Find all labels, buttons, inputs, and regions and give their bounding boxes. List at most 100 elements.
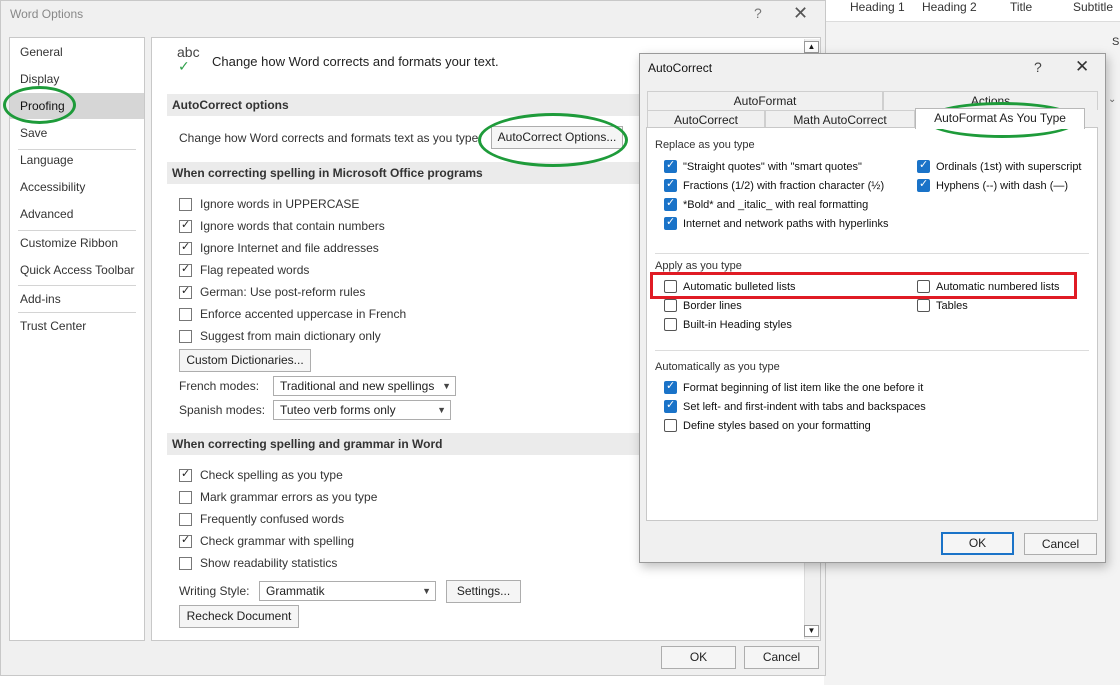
checkbox[interactable] xyxy=(664,398,677,413)
checkbox[interactable] xyxy=(664,379,677,394)
nav-trust-center[interactable]: Trust Center xyxy=(10,313,144,339)
option-label: Built-in Heading styles xyxy=(683,318,792,331)
styles-gallery: Heading 1 Heading 2 Title Subtitle xyxy=(824,0,1120,22)
nav-general[interactable]: General xyxy=(10,39,144,65)
autoformat-as-you-type-panel: Replace as you type "Straight quotes" wi… xyxy=(646,127,1098,521)
set-indent-option[interactable]: Set left- and first-indent with tabs and… xyxy=(664,398,926,415)
option-label: Define styles based on your formatting xyxy=(683,419,871,432)
checkbox[interactable] xyxy=(664,215,677,230)
checkbox[interactable] xyxy=(917,299,930,312)
format-list-item-option[interactable]: Format beginning of list item like the o… xyxy=(664,379,923,396)
word-options-ok-button[interactable]: OK xyxy=(661,646,736,669)
recheck-document-button[interactable]: Recheck Document xyxy=(179,605,299,628)
style-subtitle[interactable]: Subtitle xyxy=(1073,0,1113,14)
ribbon-partial-label: S xyxy=(1112,36,1120,48)
nav-language[interactable]: Language xyxy=(10,147,144,173)
ribbon-expander-icon[interactable]: ⌄ xyxy=(1108,94,1116,105)
option-label: "Straight quotes" with "smart quotes" xyxy=(683,160,862,173)
hyphens-dash-option[interactable]: Hyphens (--) with dash (—) xyxy=(917,177,1068,194)
nav-quick-access-toolbar[interactable]: Quick Access Toolbar xyxy=(10,257,144,283)
checkbox[interactable] xyxy=(179,284,192,299)
select-value: Tuteo verb forms only xyxy=(280,403,396,417)
option-label: Suggest from main dictionary only xyxy=(200,329,381,343)
apply-group-title: Apply as you type xyxy=(655,260,742,272)
nav-advanced[interactable]: Advanced xyxy=(10,201,144,227)
tables-option[interactable]: Tables xyxy=(917,297,968,314)
heading-styles-option[interactable]: Built-in Heading styles xyxy=(664,316,792,333)
option-label: Ignore words in UPPERCASE xyxy=(200,197,360,211)
autocorrect-cancel-button[interactable]: Cancel xyxy=(1024,533,1097,555)
nav-customize-ribbon[interactable]: Customize Ribbon xyxy=(10,230,144,256)
checkbox[interactable] xyxy=(917,177,930,192)
help-icon[interactable]: ? xyxy=(754,5,762,21)
checkbox[interactable] xyxy=(179,329,192,343)
bold-italic-option[interactable]: *Bold* and _italic_ with real formatting xyxy=(664,196,868,213)
french-uppercase-option[interactable]: Enforce accented uppercase in French xyxy=(179,305,406,323)
close-icon[interactable]: ✕ xyxy=(793,3,808,24)
fractions-option[interactable]: Fractions (1/2) with fraction character … xyxy=(664,177,884,194)
tab-autoformat-as-you-type[interactable]: AutoFormat As You Type xyxy=(915,108,1085,129)
style-title[interactable]: Title xyxy=(1010,0,1032,14)
option-label: Ignore Internet and file addresses xyxy=(200,241,379,255)
proofing-highlight-oval xyxy=(3,86,76,124)
checkbox[interactable] xyxy=(179,490,192,504)
nav-save[interactable]: Save xyxy=(10,120,144,146)
option-label: Border lines xyxy=(683,299,742,312)
ignore-internet-addresses-option[interactable]: Ignore Internet and file addresses xyxy=(179,239,379,257)
border-lines-option[interactable]: Border lines xyxy=(664,297,742,314)
nav-accessibility[interactable]: Accessibility xyxy=(10,174,144,200)
scroll-down-icon[interactable]: ▼ xyxy=(804,625,819,637)
writing-style-select[interactable]: Grammatik ▼ xyxy=(259,581,436,601)
checkbox[interactable] xyxy=(664,419,677,432)
main-dictionary-only-option[interactable]: Suggest from main dictionary only xyxy=(179,327,381,345)
checkbox[interactable] xyxy=(179,197,192,211)
help-icon[interactable]: ? xyxy=(1034,59,1042,75)
ignore-numbers-option[interactable]: Ignore words that contain numbers xyxy=(179,217,385,235)
auto-group-title: Automatically as you type xyxy=(655,361,780,373)
checkbox[interactable] xyxy=(179,218,192,233)
word-options-cancel-button[interactable]: Cancel xyxy=(744,646,819,669)
checkbox[interactable] xyxy=(179,240,192,255)
chevron-down-icon: ▼ xyxy=(437,405,446,415)
ignore-uppercase-option[interactable]: Ignore words in UPPERCASE xyxy=(179,195,359,213)
check-grammar-option[interactable]: Check grammar with spelling xyxy=(179,532,354,550)
spanish-modes-select[interactable]: Tuteo verb forms only ▼ xyxy=(273,400,451,420)
chevron-down-icon: ▼ xyxy=(442,381,451,391)
option-label: Format beginning of list item like the o… xyxy=(683,381,924,394)
checkbox[interactable] xyxy=(664,299,677,312)
readability-statistics-option[interactable]: Show readability statistics xyxy=(179,554,337,572)
tab-autoformat[interactable]: AutoFormat xyxy=(647,91,883,110)
scroll-up-icon[interactable]: ▲ xyxy=(804,41,819,53)
confused-words-option[interactable]: Frequently confused words xyxy=(179,510,344,528)
checkbox[interactable] xyxy=(179,467,192,482)
custom-dictionaries-button[interactable]: Custom Dictionaries... xyxy=(179,349,311,372)
smart-quotes-option[interactable]: "Straight quotes" with "smart quotes" xyxy=(664,158,862,175)
checkbox[interactable] xyxy=(664,158,677,173)
checkbox[interactable] xyxy=(179,533,192,548)
style-heading-1[interactable]: Heading 1 xyxy=(850,0,905,14)
close-icon[interactable]: ✕ xyxy=(1075,57,1089,77)
checkbox[interactable] xyxy=(917,158,930,173)
checkbox[interactable] xyxy=(179,262,192,277)
french-modes-select[interactable]: Traditional and new spellings ▼ xyxy=(273,376,456,396)
checkbox[interactable] xyxy=(664,177,677,192)
checkbox[interactable] xyxy=(664,318,677,331)
flag-repeated-words-option[interactable]: Flag repeated words xyxy=(179,261,309,279)
style-heading-2[interactable]: Heading 2 xyxy=(922,0,977,14)
settings-button[interactable]: Settings... xyxy=(446,580,521,603)
ordinals-superscript-option[interactable]: Ordinals (1st) with superscript xyxy=(917,158,1082,175)
german-post-reform-option[interactable]: German: Use post-reform rules xyxy=(179,283,365,301)
checkbox[interactable] xyxy=(179,307,192,321)
mark-grammar-option[interactable]: Mark grammar errors as you type xyxy=(179,488,377,506)
checkbox[interactable] xyxy=(179,512,192,526)
spanish-modes-label: Spanish modes: xyxy=(179,403,266,417)
autocorrect-ok-button[interactable]: OK xyxy=(941,532,1014,555)
options-nav: General Display Proofing Save Language A… xyxy=(9,37,145,641)
nav-add-ins[interactable]: Add-ins xyxy=(10,286,144,312)
define-styles-option[interactable]: Define styles based on your formatting xyxy=(664,417,871,434)
checkbox[interactable] xyxy=(664,196,677,211)
hyperlinks-option[interactable]: Internet and network paths with hyperlin… xyxy=(664,215,888,232)
autocorrect-title: AutoCorrect xyxy=(648,61,713,75)
checkbox[interactable] xyxy=(179,556,192,570)
check-spelling-option[interactable]: Check spelling as you type xyxy=(179,466,343,484)
